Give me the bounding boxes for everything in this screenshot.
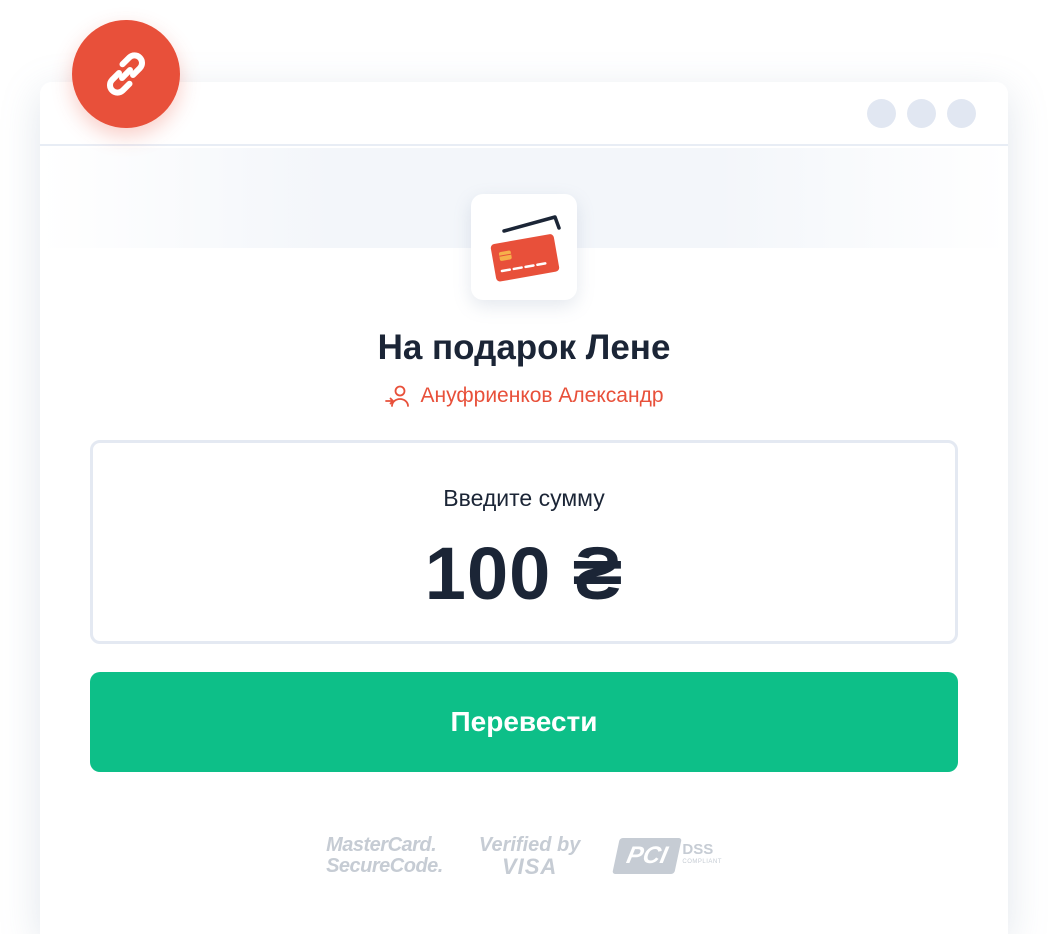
- pci-mark: PCI: [612, 838, 683, 874]
- pci-dss-logo: PCI DSS COMPLIANT: [612, 838, 722, 874]
- owner-line: Ануфриенков Александр: [40, 384, 1008, 408]
- pci-compliant-label: COMPLIANT: [682, 859, 722, 865]
- security-logos: MasterCard. SecureCode. Verified by VISA…: [40, 834, 1008, 878]
- link-icon: [107, 52, 145, 96]
- mastercard-logo-line1: MasterCard.: [326, 834, 437, 856]
- link-badge: [72, 20, 180, 128]
- window-titlebar: [40, 82, 1008, 146]
- credit-card-icon: [490, 215, 561, 282]
- window-controls: [867, 99, 976, 128]
- mastercard-logo-line2: SecureCode.: [326, 855, 443, 877]
- pci-dss-label: DSS: [682, 841, 714, 858]
- user-icon: [384, 385, 409, 407]
- verified-by-visa-logo: Verified by VISA: [479, 834, 581, 878]
- visa-logo-line2: VISA: [501, 854, 558, 879]
- pci-text: DSS COMPLIANT: [682, 841, 722, 869]
- window-dot-icon[interactable]: [867, 99, 896, 128]
- page-title: На подарок Лене: [377, 328, 671, 367]
- amount-input-box[interactable]: Введите сумму 100 ₴: [90, 440, 958, 644]
- visa-logo-line1: Verified by: [478, 834, 581, 856]
- window-dot-icon[interactable]: [947, 99, 976, 128]
- transfer-button[interactable]: Перевести: [90, 672, 958, 772]
- window-dot-icon[interactable]: [907, 99, 936, 128]
- browser-window: На подарок Лене Ануфриенков Александр Вв…: [40, 82, 1008, 934]
- card-tile: [471, 194, 577, 300]
- owner-name: Ануфриенков Александр: [420, 384, 664, 407]
- amount-label: Введите сумму: [443, 485, 605, 511]
- mastercard-securecode-logo: MasterCard. SecureCode.: [326, 835, 443, 877]
- amount-input[interactable]: 100 ₴: [93, 531, 955, 616]
